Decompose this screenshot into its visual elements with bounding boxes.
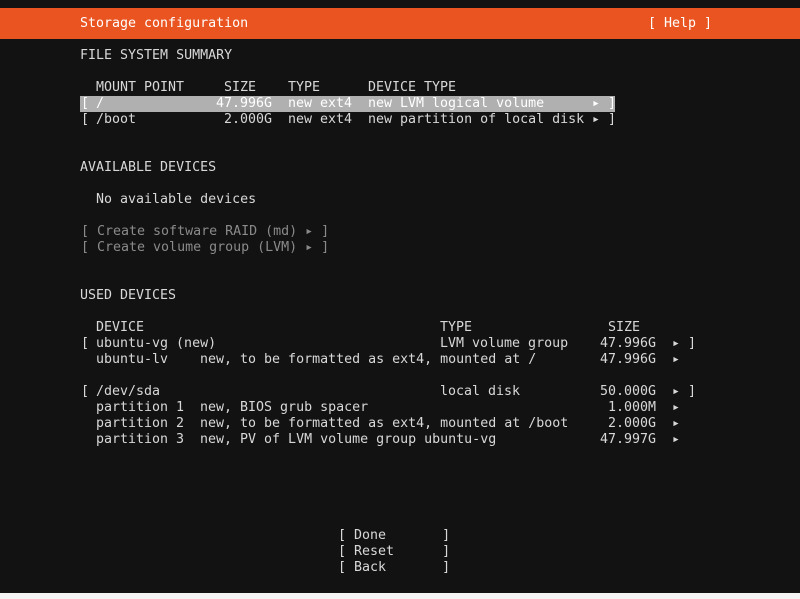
child-device-name[interactable]: partition 2	[96, 416, 184, 432]
device-arrow-icon[interactable]: ▸	[672, 336, 680, 352]
device-size: 47.996G	[600, 336, 657, 351]
child-device-size: 1.000M	[608, 400, 657, 415]
done-button[interactable]: [ Done ]	[338, 528, 450, 544]
help-button[interactable]: [ Help ]	[648, 16, 712, 32]
col-device-type: DEVICE TYPE	[368, 80, 457, 95]
device-bracket-open: [	[81, 336, 90, 351]
size-value: 47.996G	[216, 96, 273, 111]
available-devices-heading: AVAILABLE DEVICES	[80, 160, 217, 175]
child-device-desc: new, BIOS grub spacer	[200, 400, 369, 415]
device-bracket-close: ]	[688, 336, 697, 351]
device-type-value: new partition of local disk	[368, 112, 585, 127]
row-bracket-close: ]	[608, 112, 617, 127]
device-type: local disk	[440, 384, 521, 399]
page-title: Storage configuration	[80, 16, 249, 31]
child-device-name[interactable]: ubuntu-lv	[96, 352, 168, 368]
size-value: 2.000G	[224, 112, 273, 127]
mount-point-value: /	[96, 96, 105, 111]
no-devices-message: No available devices	[96, 192, 257, 207]
col-device: DEVICE	[96, 320, 145, 335]
row-arrow-icon[interactable]: ▸	[592, 112, 600, 128]
child-device-name[interactable]: partition 3	[96, 432, 184, 448]
device-size: 50.000G	[600, 384, 657, 399]
mount-point-value[interactable]: /boot	[96, 112, 136, 128]
child-arrow-icon[interactable]: ▸	[672, 400, 680, 416]
title-bar: Storage configuration [ Help ]	[0, 8, 800, 39]
type-value: new ext4	[288, 96, 353, 111]
device-name[interactable]: ubuntu-vg (new)	[96, 336, 216, 352]
device-bracket-close: ]	[688, 384, 697, 399]
child-device-size: 47.996G	[600, 352, 657, 367]
screen-bottom-edge	[0, 593, 800, 599]
child-device-name[interactable]: partition 1	[96, 400, 184, 416]
col-size: SIZE	[608, 320, 641, 335]
row-arrow-icon[interactable]: ▸	[592, 96, 600, 112]
create-raid-button[interactable]: [ Create software RAID (md) ▸ ]	[81, 224, 329, 240]
type-value: new ext4	[288, 112, 353, 127]
reset-button[interactable]: [ Reset ]	[338, 544, 450, 560]
col-type: TYPE	[440, 320, 473, 335]
child-arrow-icon[interactable]: ▸	[672, 352, 680, 368]
row-bracket-open: [	[81, 112, 90, 127]
device-arrow-icon[interactable]: ▸	[672, 384, 680, 400]
child-device-size: 47.997G	[600, 432, 657, 447]
device-bracket-open: [	[81, 384, 90, 399]
child-arrow-icon[interactable]: ▸	[672, 416, 680, 432]
row-bracket-close: ]	[608, 96, 617, 111]
device-name[interactable]: /dev/sda	[96, 384, 160, 400]
child-arrow-icon[interactable]: ▸	[672, 432, 680, 448]
child-device-desc: new, PV of LVM volume group ubuntu-vg	[200, 432, 497, 447]
used-devices-heading: USED DEVICES	[80, 288, 177, 303]
col-size: SIZE	[224, 80, 257, 95]
col-type: TYPE	[288, 80, 321, 95]
back-button[interactable]: [ Back ]	[338, 560, 450, 576]
fs-summary-heading: FILE SYSTEM SUMMARY	[80, 48, 233, 63]
col-mount-point: MOUNT POINT	[96, 80, 185, 95]
installer-screen: Storage configuration [ Help ] FILE SYST…	[0, 0, 800, 599]
device-type: LVM volume group	[440, 336, 569, 351]
row-bracket-open: [	[81, 96, 90, 111]
device-type-value: new LVM logical volume	[368, 96, 545, 111]
child-device-size: 2.000G	[608, 416, 657, 431]
child-device-desc: new, to be formatted as ext4, mounted at…	[200, 352, 537, 367]
child-device-desc: new, to be formatted as ext4, mounted at…	[200, 416, 569, 431]
create-volume-group-button[interactable]: [ Create volume group (LVM) ▸ ]	[81, 240, 329, 256]
